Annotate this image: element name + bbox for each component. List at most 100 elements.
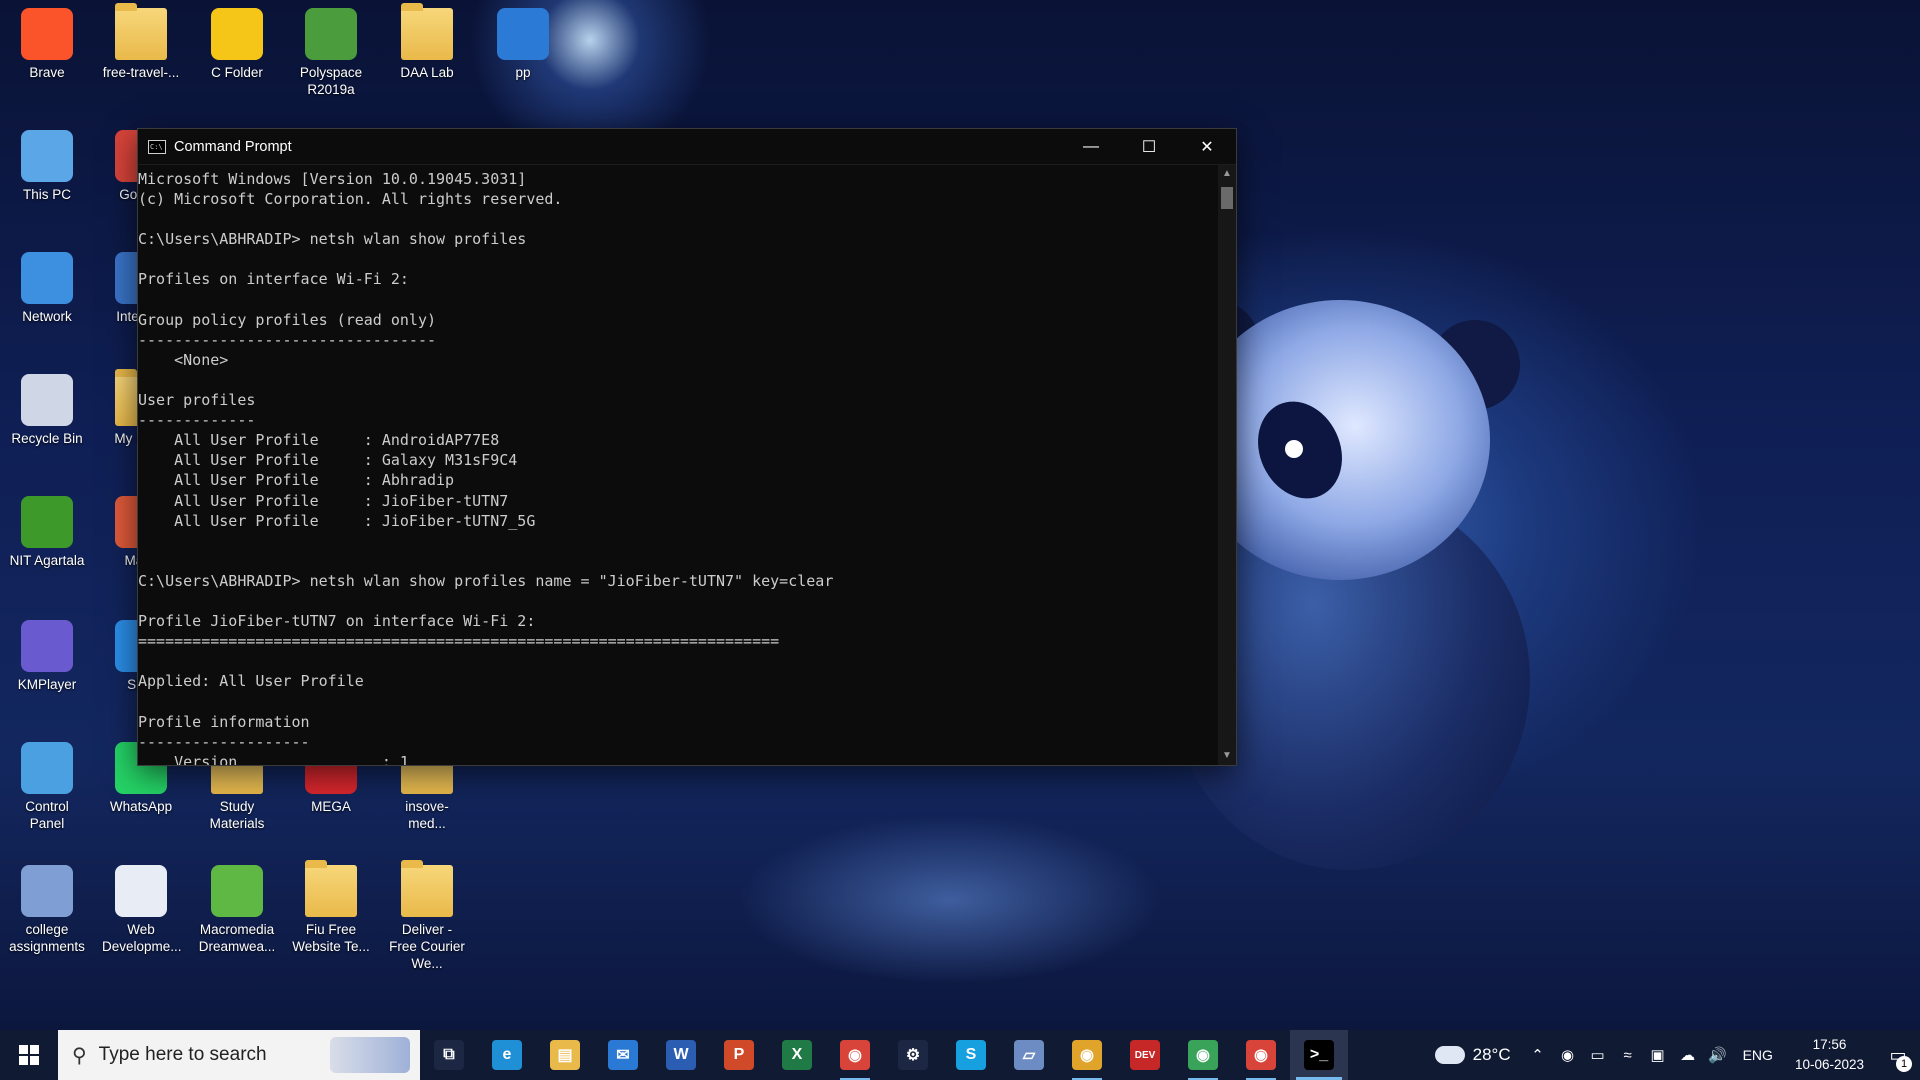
taskbar-app-settings[interactable]: ⚙ [884, 1030, 942, 1080]
desktop-icon-label: NIT Agartala [9, 553, 85, 568]
kmplayer-icon [21, 620, 73, 672]
desktop-icon-label: Control Panel [25, 799, 69, 831]
desktop-icon-label: Network [22, 309, 72, 324]
taskbar-app-edge[interactable]: e [478, 1030, 536, 1080]
desktop-icon[interactable]: free-travel-... [102, 3, 180, 81]
monitor-icon [21, 865, 73, 917]
desktop-icon-label: Web Developme... [102, 922, 182, 954]
taskbar-app-chrome-4[interactable]: ◉ [1232, 1030, 1290, 1080]
excel-icon: X [782, 1040, 812, 1070]
desktop-icon-label: Macromedia Dreamwea... [198, 922, 276, 954]
taskbar-pinned-apps: ⧉ e ▤ ✉ W P X ◉ ⚙ S ▱ ◉ DEV ◉ ◉ >_ [420, 1030, 1348, 1080]
console-line: (c) Microsoft Corporation. All rights re… [138, 190, 563, 209]
taskbar-app-file-explorer[interactable]: ▤ [536, 1030, 594, 1080]
chrome-1-icon: ◉ [840, 1040, 870, 1070]
folder-icon [115, 3, 167, 60]
onedrive-cloud-icon[interactable]: ☁ [1673, 1046, 1703, 1064]
close-button[interactable]: ✕ [1178, 129, 1236, 165]
desktop-icon-label: Fiu Free Website Te... [292, 922, 370, 954]
desktop-icon[interactable]: Polyspace R2019a [292, 8, 370, 98]
command-prompt-window[interactable]: C:\ Command Prompt — ☐ ✕ Microsoft Windo… [137, 128, 1237, 766]
desktop-icon[interactable]: Control Panel [8, 742, 86, 832]
volume-icon[interactable]: 🔊 [1703, 1046, 1733, 1064]
minimize-button[interactable]: — [1062, 129, 1120, 165]
desktop-icon[interactable]: Network [8, 252, 86, 325]
show-hidden-icons-chevron-icon[interactable]: ⌃ [1523, 1046, 1553, 1064]
language-indicator[interactable]: ENG [1733, 1047, 1783, 1063]
desktop-icon[interactable]: Recycle Bin [8, 374, 86, 447]
desktop-icon-label: WhatsApp [109, 799, 173, 814]
computer-icon [21, 130, 73, 182]
clock[interactable]: 17:56 10-06-2023 [1783, 1035, 1876, 1075]
taskbar-app-word[interactable]: W [652, 1030, 710, 1080]
console-line: All User Profile : Abhradip [138, 471, 455, 490]
desktop-icon[interactable]: KMPlayer [8, 620, 86, 693]
taskbar: ⚲ Type here to search ⧉ e ▤ ✉ W P X ◉ ⚙ S ▱ ◉ DEV ◉ ◉ >… [0, 1030, 1920, 1080]
settings-icon: ⚙ [898, 1040, 928, 1070]
window-title: Command Prompt [174, 138, 292, 155]
taskbar-app-chrome-2[interactable]: ◉ [1058, 1030, 1116, 1080]
powerpoint-icon: P [724, 1040, 754, 1070]
record-icon[interactable]: ◉ [1553, 1046, 1583, 1064]
file-explorer-icon: ▤ [550, 1040, 580, 1070]
desktop-icon[interactable]: Web Developme... [102, 865, 182, 955]
search-highlight-image [330, 1037, 410, 1073]
cmd-app-icon: C:\ [148, 139, 166, 154]
dev-cpp-icon: DEV [1130, 1040, 1160, 1070]
desktop-icon[interactable]: NIT Agartala [8, 496, 86, 569]
wifi-icon[interactable]: ≈ [1613, 1047, 1643, 1064]
taskbar-app-mail[interactable]: ✉ [594, 1030, 652, 1080]
console-line: User profiles [138, 391, 256, 410]
desktop-icon-label: DAA Lab [400, 65, 454, 80]
word-icon: W [666, 1040, 696, 1070]
windows-logo-icon [19, 1045, 39, 1065]
battery-icon[interactable]: ▭ [1583, 1046, 1613, 1064]
scroll-thumb[interactable] [1221, 187, 1233, 209]
console-line: Applied: All User Profile [138, 672, 364, 691]
network-icon [21, 252, 73, 304]
taskbar-app-chrome-1[interactable]: ◉ [826, 1030, 884, 1080]
taskbar-app-powerpoint[interactable]: P [710, 1030, 768, 1080]
taskbar-app-notepad[interactable]: ▱ [1000, 1030, 1058, 1080]
search-icon: ⚲ [72, 1044, 87, 1067]
zip-folder-icon [305, 860, 357, 917]
device-icon[interactable]: ▣ [1643, 1046, 1673, 1064]
scroll-down-arrow-icon[interactable]: ▼ [1218, 747, 1236, 765]
desktop-icon-label: This PC [22, 187, 71, 202]
scroll-up-arrow-icon[interactable]: ▲ [1218, 165, 1236, 183]
desktop-icon-label: college assignments [9, 922, 85, 954]
taskbar-app-excel[interactable]: X [768, 1030, 826, 1080]
desktop-icon[interactable]: college assignments [8, 865, 86, 955]
console-output[interactable]: Microsoft Windows [Version 10.0.19045.30… [138, 165, 1218, 765]
desktop-icon-label: Deliver - Free Courier We... [389, 922, 465, 971]
taskbar-app-command-prompt[interactable]: >_ [1290, 1030, 1348, 1080]
weather-widget[interactable]: 28°C [1423, 1040, 1523, 1065]
desktop-icon[interactable]: C Folder [198, 8, 276, 81]
vertical-scrollbar[interactable]: ▲ ▼ [1218, 165, 1236, 765]
desktop-icon[interactable]: Deliver - Free Courier We... [388, 860, 466, 972]
desktop-icon-label: pp [515, 65, 531, 80]
console-line: C:\Users\ABHRADIP> netsh wlan show profi… [138, 571, 834, 590]
desktop-icon[interactable]: DAA Lab [388, 3, 466, 81]
clock-date: 10-06-2023 [1794, 1057, 1864, 1072]
taskbar-app-chrome-3[interactable]: ◉ [1174, 1030, 1232, 1080]
maximize-button[interactable]: ☐ [1120, 129, 1178, 165]
desktop-icon[interactable]: Macromedia Dreamwea... [198, 865, 276, 955]
console-line: Microsoft Windows [Version 10.0.19045.30… [138, 170, 527, 188]
taskbar-app-skype[interactable]: S [942, 1030, 1000, 1080]
taskbar-search-box[interactable]: ⚲ Type here to search [58, 1030, 420, 1080]
start-button[interactable] [0, 1030, 58, 1080]
desktop-icon[interactable]: This PC [8, 130, 86, 203]
title-bar[interactable]: C:\ Command Prompt — ☐ ✕ [138, 129, 1236, 165]
desktop-icon[interactable]: Brave [8, 8, 86, 81]
desktop-icon[interactable]: pp [484, 8, 562, 81]
taskbar-app-dev-cpp[interactable]: DEV [1116, 1030, 1174, 1080]
desktop-icon[interactable]: Fiu Free Website Te... [292, 860, 370, 955]
dreamweaver-icon [211, 865, 263, 917]
taskbar-app-task-view[interactable]: ⧉ [420, 1030, 478, 1080]
action-center-button[interactable]: ▭ 1 [1876, 1030, 1920, 1080]
mail-icon: ✉ [608, 1040, 638, 1070]
